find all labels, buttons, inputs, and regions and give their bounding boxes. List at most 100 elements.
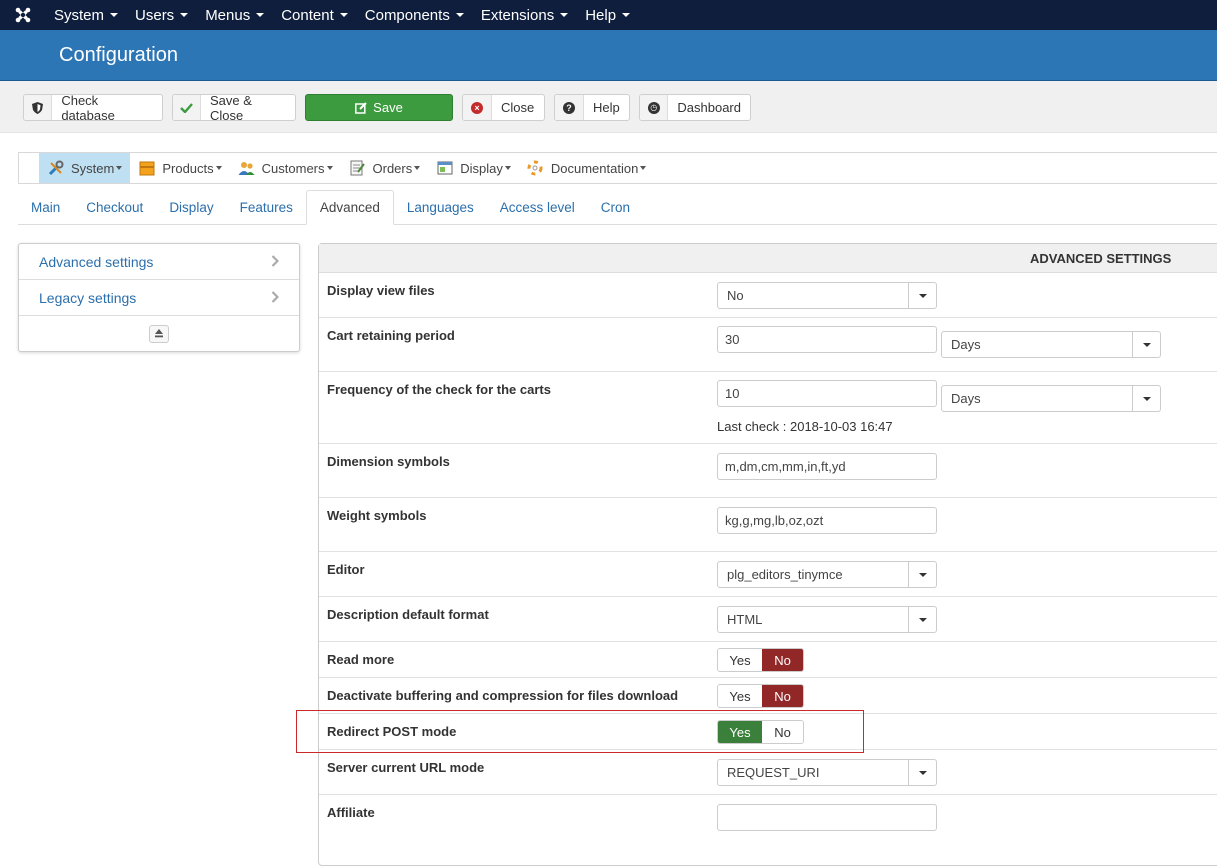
- row-editor: Editor plg_editors_tinymce: [319, 552, 1217, 597]
- setting-label: Redirect POST mode: [327, 724, 457, 739]
- affiliate-input[interactable]: [717, 804, 937, 831]
- dashboard-button[interactable]: ◷ Dashboard: [639, 94, 751, 121]
- setting-label: Dimension symbols: [327, 454, 450, 469]
- setting-label: Cart retaining period: [327, 328, 455, 343]
- menu-documentation[interactable]: Documentation: [519, 153, 654, 183]
- top-menu-users[interactable]: Users: [127, 0, 197, 30]
- deactivate-buffering-no-button[interactable]: No: [762, 685, 803, 707]
- top-menu-label: Help: [585, 6, 617, 24]
- top-navbar: System Users Menus Content Components Ex…: [0, 0, 1217, 30]
- read-more-no-button[interactable]: No: [762, 649, 803, 671]
- config-tabs: Main Checkout Display Features Advanced …: [18, 190, 1217, 225]
- cart-check-frequency-unit-select[interactable]: Days: [941, 385, 1161, 412]
- row-cart-retaining-period: Cart retaining period 30 Days: [319, 318, 1217, 372]
- caret-down-icon: [180, 13, 189, 17]
- setting-label: Affiliate: [327, 805, 375, 820]
- row-affiliate: Affiliate: [319, 795, 1217, 849]
- caret-down-icon: [908, 760, 936, 785]
- tab-languages[interactable]: Languages: [394, 190, 487, 224]
- select-value: Days: [951, 337, 981, 352]
- top-menu-label: Content: [281, 6, 334, 24]
- chevron-right-icon: [271, 254, 280, 270]
- cart-retaining-period-input[interactable]: 30: [717, 326, 937, 353]
- row-description-format: Description default format HTML: [319, 597, 1217, 642]
- menu-orders[interactable]: Orders: [341, 153, 429, 183]
- button-label: Dashboard: [677, 100, 741, 115]
- check-database-button[interactable]: Check database: [23, 92, 163, 123]
- tab-features[interactable]: Features: [227, 190, 306, 224]
- button-label: Save: [373, 100, 403, 115]
- redirect-post-yes-button[interactable]: Yes: [718, 721, 762, 743]
- save-close-button[interactable]: Save & Close: [172, 93, 296, 123]
- collapse-up-button[interactable]: [149, 324, 169, 343]
- top-menu-label: System: [54, 6, 105, 24]
- server-url-mode-select[interactable]: REQUEST_URI: [717, 759, 937, 786]
- tab-checkout[interactable]: Checkout: [73, 190, 156, 224]
- redirect-post-no-button[interactable]: No: [762, 721, 803, 743]
- menu-label: Display: [460, 160, 503, 176]
- box-icon: [138, 160, 155, 176]
- component-menu-bar: System Products Customers Orders Display…: [18, 152, 1217, 184]
- select-value: plg_editors_tinymce: [727, 567, 843, 582]
- caret-down-icon: [326, 166, 333, 170]
- tab-cron[interactable]: Cron: [588, 190, 643, 224]
- tab-display[interactable]: Display: [156, 190, 226, 224]
- row-server-url-mode: Server current URL mode REQUEST_URI: [319, 750, 1217, 795]
- read-more-toggle: Yes No: [717, 648, 804, 672]
- caret-down-icon: [640, 166, 647, 170]
- top-menu-menus[interactable]: Menus: [197, 0, 273, 30]
- advanced-settings-panel: ADVANCED SETTINGS Display view files No …: [318, 243, 1217, 866]
- menu-products[interactable]: Products: [130, 153, 229, 183]
- sidebar-item-advanced-settings[interactable]: Advanced settings: [19, 244, 299, 280]
- users-icon: [238, 160, 255, 176]
- lifebuoy-icon: [527, 160, 544, 176]
- menu-customers[interactable]: Customers: [230, 153, 341, 183]
- dimension-symbols-input[interactable]: m,dm,cm,mm,in,ft,yd: [717, 453, 937, 480]
- tab-main[interactable]: Main: [18, 190, 73, 224]
- caret-down-icon: [215, 166, 222, 170]
- weight-symbols-input[interactable]: kg,g,mg,lb,oz,ozt: [717, 507, 937, 534]
- sidebar-item-legacy-settings[interactable]: Legacy settings: [19, 280, 299, 316]
- read-more-yes-button[interactable]: Yes: [718, 649, 762, 671]
- top-menu-label: Components: [364, 6, 450, 24]
- page-header: Configuration: [0, 30, 1217, 81]
- menu-label: Orders: [372, 160, 413, 176]
- cart-retaining-unit-select[interactable]: Days: [941, 331, 1161, 358]
- top-menu-system[interactable]: System: [46, 0, 127, 30]
- description-format-select[interactable]: HTML: [717, 606, 937, 633]
- deactivate-buffering-yes-button[interactable]: Yes: [718, 685, 762, 707]
- tools-icon: [47, 160, 64, 176]
- chevron-right-icon: [271, 290, 280, 306]
- select-value: REQUEST_URI: [727, 765, 820, 780]
- caret-down-icon: [908, 562, 936, 587]
- row-redirect-post-mode: Redirect POST mode Yes No: [319, 714, 1217, 750]
- menu-display[interactable]: Display: [428, 153, 519, 183]
- toolbar: Check database Save & Close Save × Close…: [0, 81, 1217, 133]
- save-button[interactable]: Save: [305, 94, 453, 121]
- tab-access-level[interactable]: Access level: [487, 190, 588, 224]
- close-circle-icon: ×: [463, 95, 492, 120]
- redirect-post-toggle: Yes No: [717, 720, 804, 744]
- button-label: Check database: [61, 92, 115, 123]
- top-menu-extensions[interactable]: Extensions: [473, 0, 577, 30]
- top-menu-help[interactable]: Help: [577, 0, 639, 30]
- caret-down-icon: [110, 13, 119, 17]
- top-menu-label: Extensions: [480, 6, 555, 24]
- panel-heading: ADVANCED SETTINGS: [1030, 251, 1172, 266]
- top-menu-components[interactable]: Components: [357, 0, 473, 30]
- row-read-more: Read more Yes No: [319, 642, 1217, 678]
- order-document-icon: [349, 160, 366, 176]
- editor-select[interactable]: plg_editors_tinymce: [717, 561, 937, 588]
- help-button[interactable]: ? Help: [554, 94, 630, 121]
- row-cart-check-frequency: Frequency of the check for the carts 10 …: [319, 372, 1217, 444]
- close-button[interactable]: × Close: [462, 94, 545, 121]
- top-menu-content[interactable]: Content: [273, 0, 357, 30]
- sidebar-item-label: Legacy settings: [39, 289, 137, 306]
- joomla-logo-icon[interactable]: [0, 0, 46, 30]
- menu-system[interactable]: System: [39, 153, 131, 183]
- cart-check-frequency-input[interactable]: 10: [717, 380, 937, 407]
- menu-label: Documentation: [550, 160, 639, 176]
- display-view-files-select[interactable]: No: [717, 282, 937, 309]
- setting-label: Display view files: [327, 283, 435, 298]
- tab-advanced[interactable]: Advanced: [305, 190, 394, 225]
